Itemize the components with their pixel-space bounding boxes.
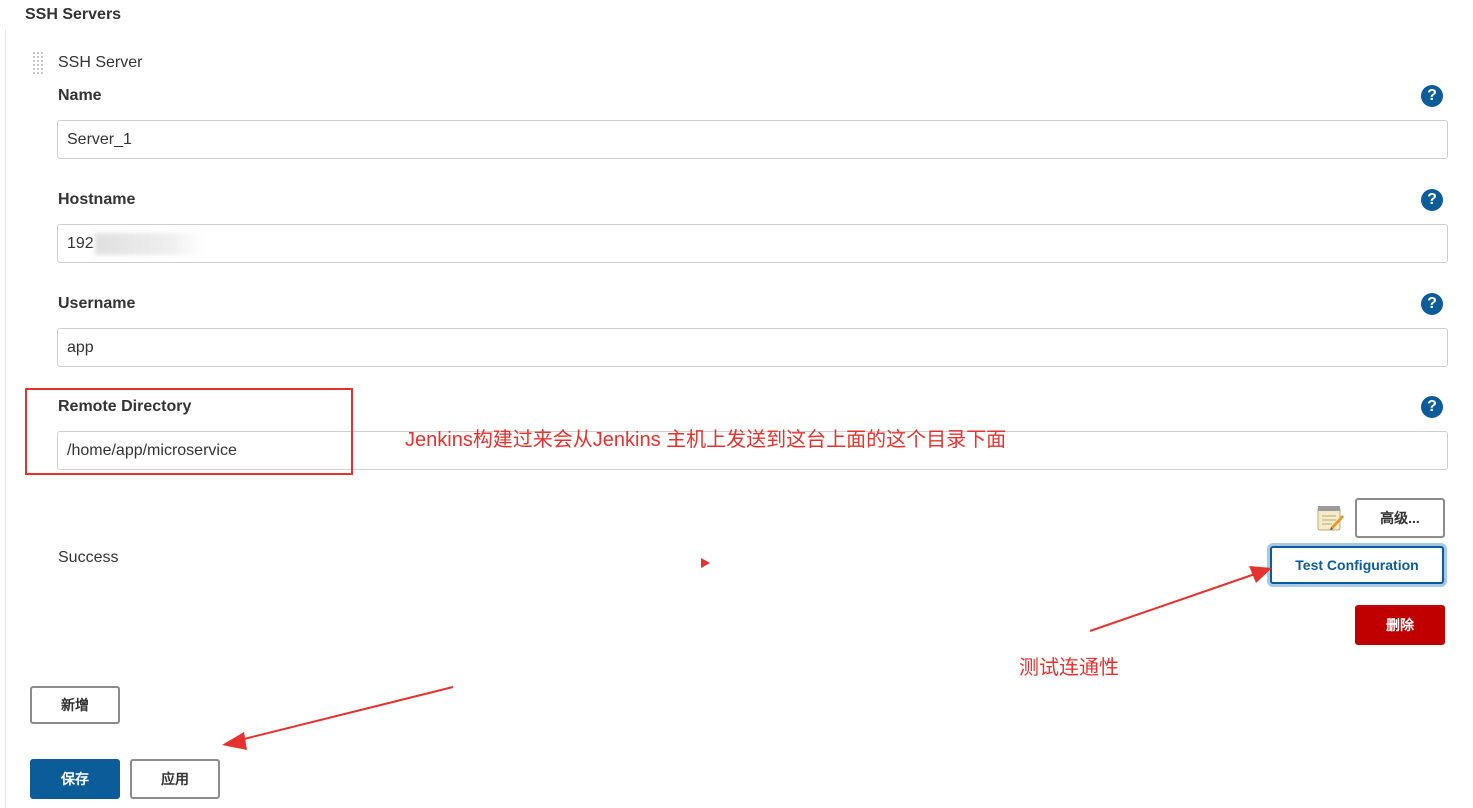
test-status-text: Success [58,549,119,566]
hostname-help-icon[interactable]: ? [1421,189,1443,211]
test-arrow-icon [1089,566,1272,632]
test-configuration-button[interactable]: Test Configuration [1270,546,1444,584]
username-input[interactable] [57,328,1448,367]
hostname-label: Hostname [58,191,136,208]
username-label: Username [58,295,136,312]
drag-handle-icon[interactable] [31,50,47,76]
redaction-blur [95,233,203,255]
test-annotation: 测试连通性 [1019,657,1119,679]
delete-button[interactable]: 删除 [1355,605,1445,645]
section-divider [5,30,6,808]
save-arrow-icon [222,686,454,750]
name-help-icon[interactable]: ? [1421,85,1443,107]
add-button[interactable]: 新增 [30,686,120,724]
remote-directory-help-icon[interactable]: ? [1421,396,1443,418]
advanced-button[interactable]: 高级... [1355,498,1445,538]
annotation-highlight-box [25,388,353,475]
server-block-label: SSH Server [58,54,143,71]
notepad-icon [1317,506,1344,531]
name-input[interactable] [57,120,1448,159]
remote-directory-annotation: Jenkins构建过来会从Jenkins 主机上发送到这台上面的这个目录下面 [405,429,1007,451]
name-label: Name [58,87,102,104]
username-help-icon[interactable]: ? [1421,293,1443,315]
section-title: SSH Servers [25,6,122,23]
save-button[interactable]: 保存 [30,759,120,799]
hostname-input[interactable] [57,224,1448,263]
apply-button[interactable]: 应用 [130,759,220,799]
annotation-arrowhead-icon [701,558,710,568]
